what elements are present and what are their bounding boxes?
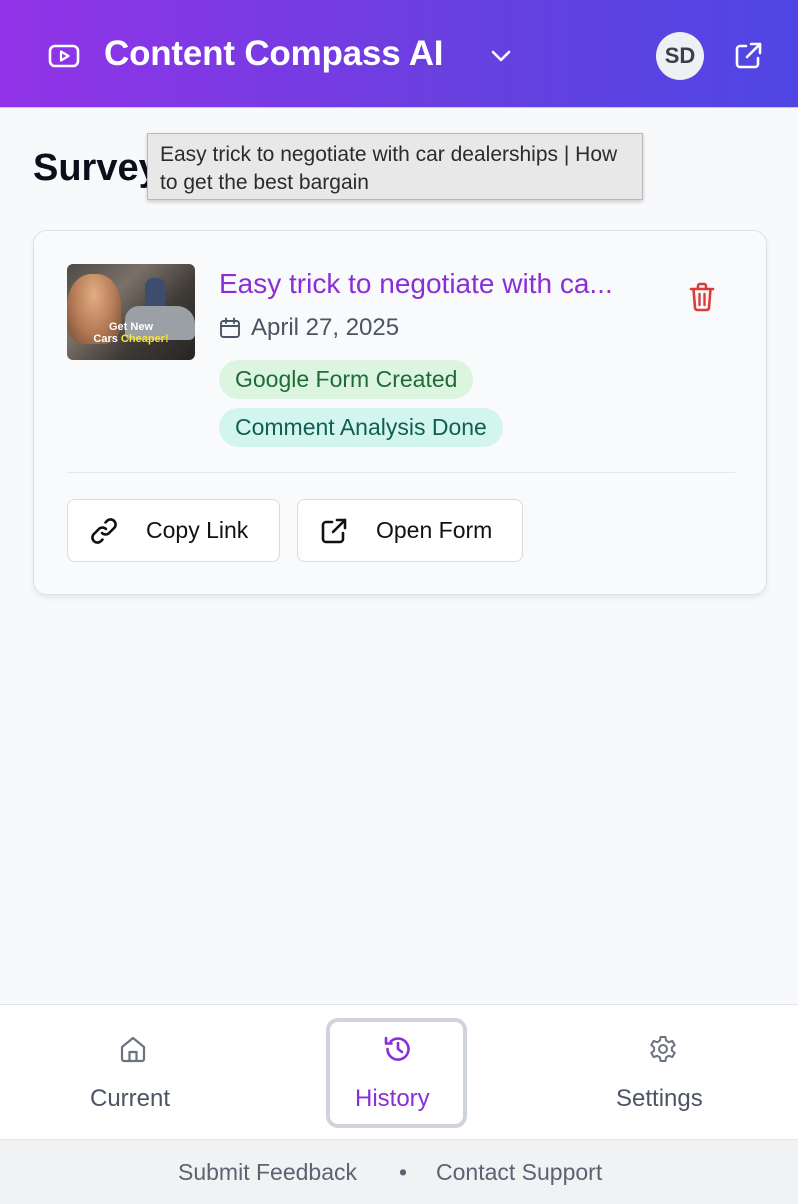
app-title: Content Compass AI: [104, 34, 444, 73]
thumbnail-caption-highlight: Cheaper!: [120, 333, 169, 345]
nav-tab-current[interactable]: Current: [60, 1005, 206, 1140]
video-play-icon: [48, 44, 80, 68]
trash-icon[interactable]: [684, 279, 720, 315]
copy-link-label: Copy Link: [146, 517, 249, 543]
title-tooltip: Easy trick to negotiate with car dealers…: [147, 133, 643, 200]
history-icon: [384, 1036, 410, 1061]
open-form-label: Open Form: [376, 517, 493, 543]
bottom-nav: Current History Settings: [0, 1004, 798, 1139]
video-title-link[interactable]: Easy trick to negotiate with ca...: [219, 268, 613, 300]
link-icon: [91, 518, 117, 544]
nav-tab-history[interactable]: History: [326, 1018, 467, 1128]
external-link-icon: [321, 518, 347, 544]
open-form-button[interactable]: Open Form: [297, 499, 523, 562]
submit-feedback-link[interactable]: Submit Feedback: [178, 1159, 357, 1186]
calendar-icon: [220, 317, 240, 338]
status-badge-form-created: Google Form Created: [219, 360, 474, 399]
footer: Submit Feedback • Contact Support: [0, 1139, 798, 1204]
thumbnail-caption-line1: Get New: [108, 321, 153, 333]
external-link-icon[interactable]: [732, 40, 764, 72]
video-thumbnail[interactable]: Get New Cars Cheaper!: [67, 264, 195, 360]
card-divider: [67, 472, 735, 473]
home-icon: [120, 1036, 146, 1063]
nav-label-settings: Settings: [616, 1085, 703, 1112]
copy-link-button[interactable]: Copy Link: [67, 499, 280, 562]
app-header: Content Compass AI SD: [0, 0, 798, 108]
nav-label-current: Current: [90, 1085, 171, 1112]
video-date: April 27, 2025: [251, 314, 400, 341]
nav-label-history: History: [355, 1085, 430, 1112]
thumbnail-caption-prefix: Cars: [93, 333, 121, 345]
chevron-down-icon[interactable]: [488, 44, 514, 68]
nav-tab-settings[interactable]: Settings: [590, 1005, 740, 1140]
thumbnail-caption-line2: Cars Cheaper!: [67, 333, 195, 345]
status-badge-analysis-done: Comment Analysis Done: [219, 408, 503, 447]
footer-separator: •: [399, 1159, 408, 1185]
contact-support-link[interactable]: Contact Support: [436, 1159, 602, 1186]
user-avatar[interactable]: SD: [656, 32, 704, 80]
gear-icon: [650, 1036, 676, 1062]
survey-card: Get New Cars Cheaper! Easy trick to nego…: [33, 230, 767, 595]
